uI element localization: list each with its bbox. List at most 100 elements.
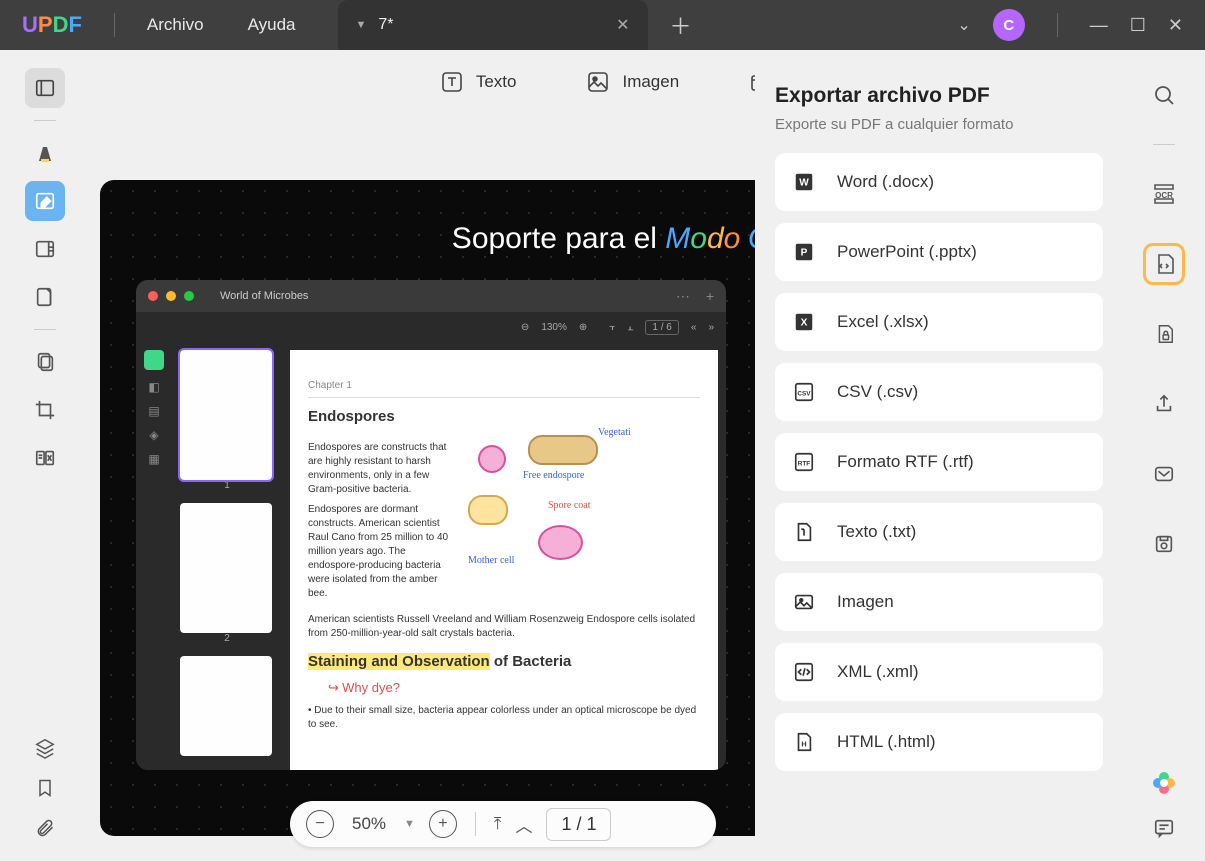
paragraph: American scientists Russell Vreeland and… xyxy=(308,613,700,641)
bookmark-button[interactable] xyxy=(35,777,55,799)
export-panel: Exportar archivo PDF Exporte su PDF a cu… xyxy=(755,70,1123,861)
user-avatar[interactable]: C xyxy=(993,9,1025,41)
export-excel-button[interactable]: X Excel (.xlsx) xyxy=(775,293,1103,351)
section-heading-suffix: of Bacteria xyxy=(490,653,572,670)
promo-heading: Soporte para el Modo O xyxy=(452,222,771,256)
highlighted-text: Staining and Observation xyxy=(308,653,490,670)
content-area: Texto Imagen Soporte para el Modo O xyxy=(90,50,1123,861)
export-powerpoint-button[interactable]: P PowerPoint (.pptx) xyxy=(775,223,1103,281)
export-image-button[interactable]: Imagen xyxy=(775,573,1103,631)
svg-text:P: P xyxy=(801,248,808,259)
mac-minimize-icon xyxy=(166,291,176,301)
prev-page-button[interactable]: ︿ xyxy=(515,812,532,837)
export-option-label: PowerPoint (.pptx) xyxy=(837,242,977,262)
tab-title: 7* xyxy=(378,16,393,34)
minimize-icon[interactable]: — xyxy=(1090,15,1108,36)
export-csv-button[interactable]: CSV CSV (.csv) xyxy=(775,363,1103,421)
thumbnail-number: 2 xyxy=(180,633,274,644)
share-button[interactable] xyxy=(1143,383,1185,425)
ocr-button[interactable]: OCR xyxy=(1143,173,1185,215)
svg-text:X: X xyxy=(801,318,808,329)
export-option-label: Excel (.xlsx) xyxy=(837,312,929,332)
tab-dropdown-icon[interactable]: ▼ xyxy=(356,19,367,31)
ai-assistant-button[interactable] xyxy=(1150,769,1178,797)
attachment-button[interactable] xyxy=(35,817,55,839)
page-indicator[interactable]: 1 / 1 xyxy=(546,808,611,841)
protect-button[interactable] xyxy=(1143,313,1185,355)
app-logo: UPDF xyxy=(22,12,82,38)
zoom-in-button[interactable]: + xyxy=(429,810,457,838)
text-tool[interactable]: Texto xyxy=(440,70,517,94)
text-tool-label: Texto xyxy=(476,72,517,92)
compare-button[interactable] xyxy=(25,438,65,478)
section-heading: Endospores xyxy=(308,408,700,425)
separator xyxy=(1057,13,1058,37)
export-word-button[interactable]: W Word (.docx) xyxy=(775,153,1103,211)
demo-sidebar-icon xyxy=(144,350,164,370)
first-page-button[interactable]: ⤒ xyxy=(494,814,502,834)
right-sidebar: OCR xyxy=(1123,50,1205,861)
export-option-label: Texto (.txt) xyxy=(837,522,916,542)
zoom-value: 50% xyxy=(352,814,386,834)
convert-button[interactable] xyxy=(1143,243,1185,285)
image-tool-label: Imagen xyxy=(622,72,679,92)
zoom-out-button[interactable]: − xyxy=(306,810,334,838)
svg-text:OCR: OCR xyxy=(1155,191,1173,200)
export-option-label: XML (.xml) xyxy=(837,662,919,682)
maximize-icon[interactable]: ☐ xyxy=(1130,15,1146,36)
paragraph: Endospores are dormant constructs. Ameri… xyxy=(308,503,458,601)
export-option-label: Word (.docx) xyxy=(837,172,934,192)
thumbnail-panel: 1 2 xyxy=(172,342,282,770)
page-thumbnail[interactable] xyxy=(180,503,272,633)
image-tool[interactable]: Imagen xyxy=(586,70,679,94)
email-button[interactable] xyxy=(1143,453,1185,495)
export-subtitle: Exporte su PDF a cualquier formato xyxy=(775,116,1103,133)
demo-tab-title: World of Microbes xyxy=(220,290,308,302)
export-title: Exportar archivo PDF xyxy=(775,84,1103,108)
separator xyxy=(34,120,56,121)
page-content: Chapter 1 Endospores Endospores are cons… xyxy=(290,350,718,770)
export-rtf-button[interactable]: RTF Formato RTF (.rtf) xyxy=(775,433,1103,491)
close-icon[interactable]: ✕ xyxy=(1168,15,1183,36)
menu-help[interactable]: Ayuda xyxy=(226,15,318,35)
document-tab[interactable]: ▼ 7* ✕ xyxy=(338,0,648,50)
search-button[interactable] xyxy=(1143,74,1185,116)
mac-zoom-icon xyxy=(184,291,194,301)
comment-button[interactable] xyxy=(1153,817,1175,839)
save-button[interactable] xyxy=(1143,523,1185,565)
separator xyxy=(1153,144,1175,145)
organize-pages-button[interactable] xyxy=(25,342,65,382)
crop-button[interactable] xyxy=(25,390,65,430)
zoom-page-bar: − 50% ▼ + ⤒ ︿ 1 / 1 xyxy=(290,801,716,847)
zoom-dropdown-icon[interactable]: ▼ xyxy=(404,818,415,830)
mac-close-icon xyxy=(148,291,158,301)
separator xyxy=(114,13,115,37)
export-option-label: Formato RTF (.rtf) xyxy=(837,452,974,472)
export-text-button[interactable]: Texto (.txt) xyxy=(775,503,1103,561)
tab-close-icon[interactable]: ✕ xyxy=(616,15,629,35)
titlebar: UPDF Archivo Ayuda ▼ 7* ✕ ＋ ⌄ C — ☐ ✕ xyxy=(0,0,1205,50)
page-thumbnail[interactable] xyxy=(180,656,272,756)
svg-text:W: W xyxy=(799,178,809,189)
demo-window: World of Microbes ⋯ + ⊖ 130% ⊕ ⫟⫠ 1 / 6 … xyxy=(136,280,726,770)
highlighter-button[interactable] xyxy=(25,133,65,173)
separator xyxy=(34,329,56,330)
chevron-down-icon[interactable]: ⌄ xyxy=(957,15,970,35)
demo-page-indicator: 1 / 6 xyxy=(645,320,678,335)
thumbnail-number: 1 xyxy=(180,480,274,491)
add-tab-button[interactable]: ＋ xyxy=(670,9,692,41)
chapter-label: Chapter 1 xyxy=(308,380,700,391)
edit-button[interactable] xyxy=(25,181,65,221)
export-html-button[interactable]: H HTML (.html) xyxy=(775,713,1103,771)
layers-button[interactable] xyxy=(34,737,56,759)
bullet-text: Due to their small size, bacteria appear… xyxy=(308,705,696,730)
svg-text:CSV: CSV xyxy=(797,391,811,398)
menu-file[interactable]: Archivo xyxy=(125,15,226,35)
reader-mode-button[interactable] xyxy=(25,68,65,108)
form-button[interactable] xyxy=(25,277,65,317)
page-tools-button[interactable] xyxy=(25,229,65,269)
annotation: ↪ Why dye? xyxy=(328,680,700,696)
page-thumbnail[interactable] xyxy=(180,350,272,480)
export-option-label: Imagen xyxy=(837,592,894,612)
export-xml-button[interactable]: XML (.xml) xyxy=(775,643,1103,701)
